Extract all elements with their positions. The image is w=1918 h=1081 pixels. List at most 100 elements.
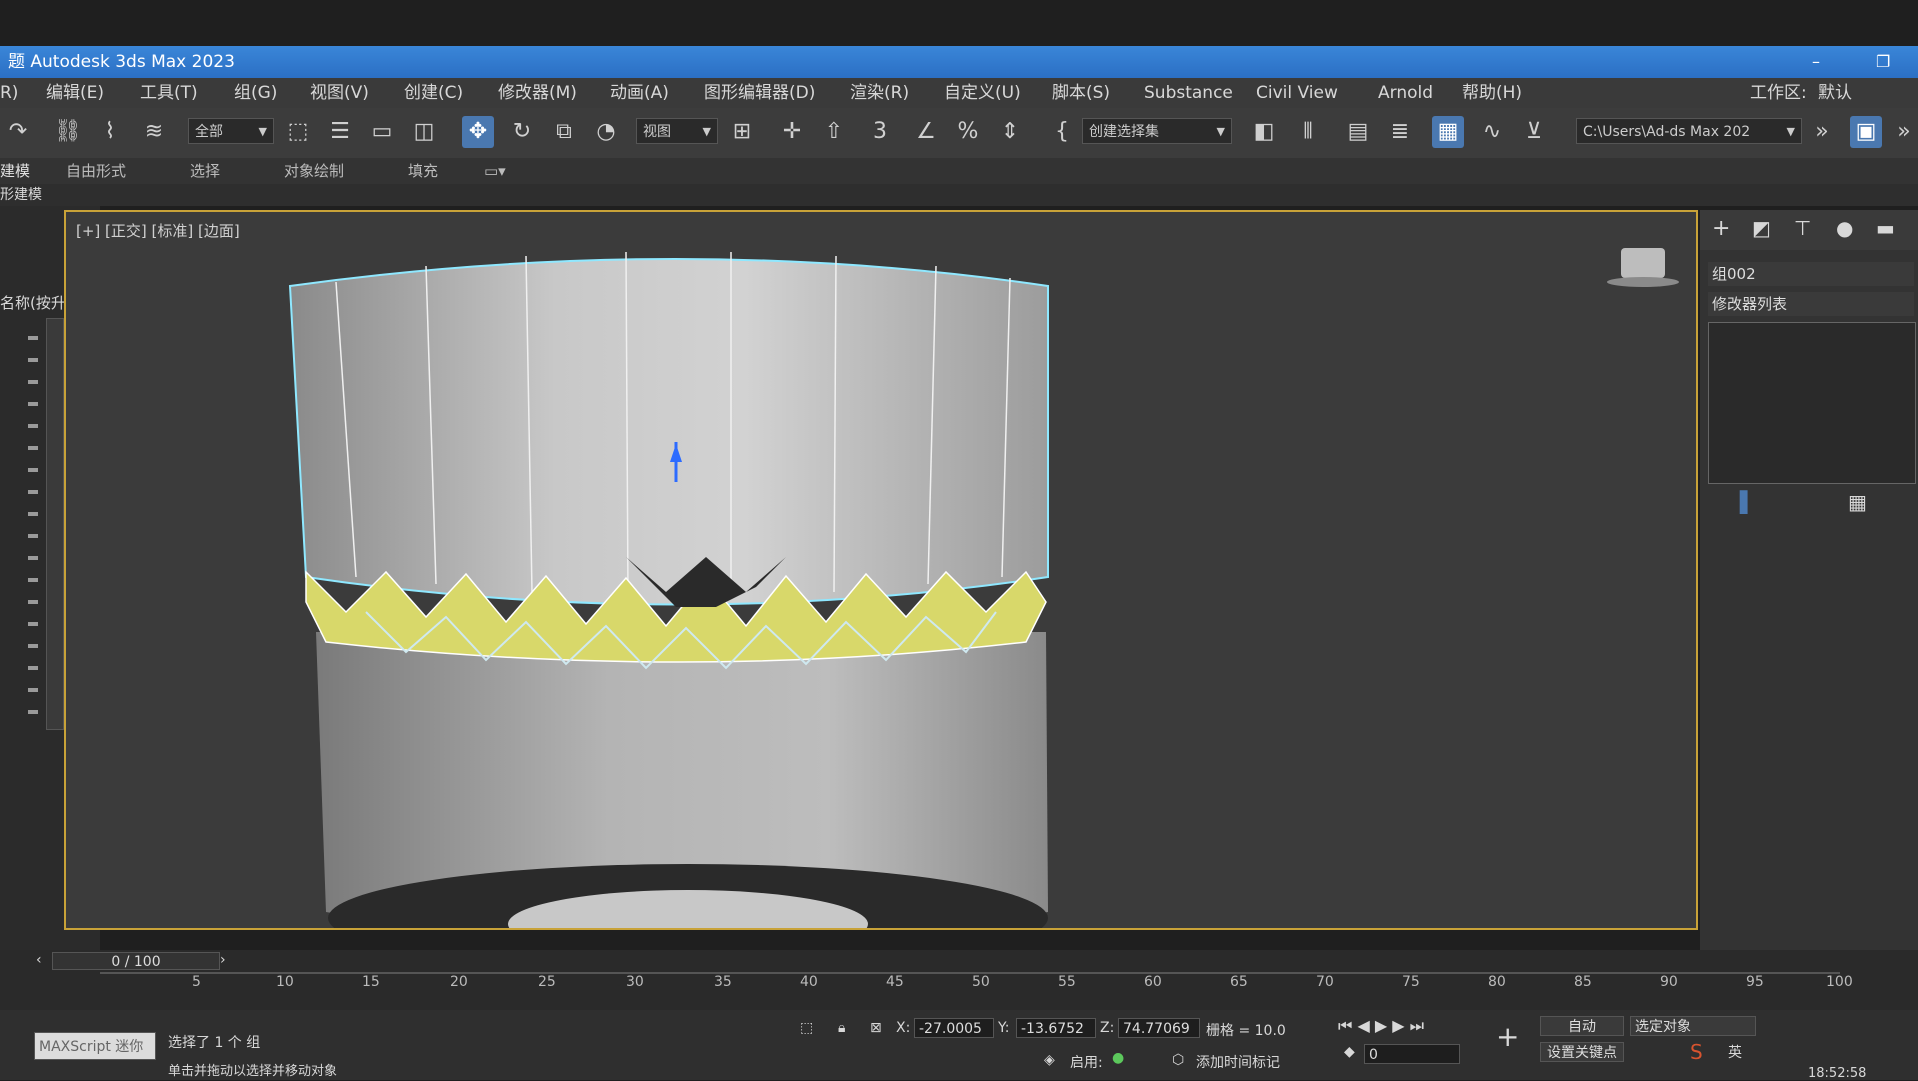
tab-modeling[interactable]: 建模: [0, 158, 30, 184]
scene-explorer-scrollbar[interactable]: [46, 318, 64, 730]
restore-button[interactable]: ❐: [1876, 46, 1890, 78]
viewport[interactable]: [+] [正交] [标准] [边面]: [64, 210, 1698, 930]
select-scale-icon[interactable]: ⧉: [548, 116, 580, 148]
rect-region-icon[interactable]: ▭: [366, 116, 398, 148]
menu-animation[interactable]: 动画(A): [610, 78, 669, 108]
menu-rendering[interactable]: 渲染(R): [850, 78, 909, 108]
curve-editor-icon[interactable]: ∿: [1476, 116, 1508, 148]
add-key-icon[interactable]: +: [1496, 1020, 1519, 1053]
menu-tools[interactable]: 工具(T): [140, 78, 198, 108]
viewport-canvas[interactable]: [66, 212, 1696, 928]
spinner-snap-icon[interactable]: ⇕: [994, 116, 1026, 148]
render-setup-icon[interactable]: ▣: [1850, 116, 1882, 148]
scene-explorer-icon[interactable]: ▤: [1342, 116, 1374, 148]
scene-explorer-header[interactable]: 名称(按升): [0, 292, 72, 313]
selection-filter-dropdown[interactable]: 全部 ▼: [188, 118, 274, 144]
modifier-stack[interactable]: [1708, 322, 1916, 484]
menu-create[interactable]: 创建(C): [404, 78, 463, 108]
link-icon[interactable]: ⛓: [52, 116, 84, 148]
schematic-view-icon[interactable]: ⊻: [1518, 116, 1550, 148]
snap-toggle-icon[interactable]: 3: [864, 116, 896, 148]
mirror-icon[interactable]: ◧: [1248, 116, 1280, 148]
ref-coord-dropdown[interactable]: 视图 ▼: [636, 118, 718, 144]
minimize-button[interactable]: –: [1812, 46, 1820, 78]
percent-snap-icon[interactable]: %: [952, 116, 984, 148]
menu-help[interactable]: 帮助(H): [1462, 78, 1522, 108]
playback-controls[interactable]: ⏮ ◀ ▶ ▶ ⏭: [1338, 1016, 1424, 1036]
modifier-list-dropdown[interactable]: 修改器列表: [1708, 292, 1914, 316]
time-slider-prev-icon[interactable]: ‹: [36, 952, 42, 968]
tab-freeform[interactable]: 自由形式: [66, 158, 126, 184]
menu-civil-view[interactable]: Civil View: [1256, 78, 1338, 108]
select-rotate-icon[interactable]: ↻: [506, 116, 538, 148]
edit-named-selection-icon[interactable]: {: [1046, 116, 1078, 148]
hierarchy-tab-icon[interactable]: ⊤: [1794, 216, 1811, 240]
select-place-icon[interactable]: ◔: [590, 116, 622, 148]
workspace-value[interactable]: 默认: [1818, 78, 1852, 108]
keyboard-shortcut-icon[interactable]: ⇧: [818, 116, 850, 148]
menu-scripting[interactable]: 脚本(S): [1052, 78, 1110, 108]
pivot-center-icon[interactable]: ⊞: [726, 116, 758, 148]
absolute-mode-icon[interactable]: ⊠: [870, 1020, 882, 1036]
z-coordinate-field[interactable]: 74.77069: [1118, 1018, 1200, 1038]
configure-modifier-sets-icon[interactable]: ▦: [1848, 490, 1867, 514]
set-key-button[interactable]: 设置关键点: [1540, 1042, 1624, 1062]
select-move-icon[interactable]: ✥: [462, 116, 494, 148]
tab-populate[interactable]: 填充: [408, 158, 438, 184]
overflow-icon[interactable]: »: [1806, 116, 1838, 148]
tab-object-paint[interactable]: 对象绘制: [284, 158, 344, 184]
key-filter-dropdown[interactable]: 选定对象: [1630, 1016, 1756, 1036]
ime-language-button[interactable]: 英: [1728, 1042, 1742, 1062]
menu-customize[interactable]: 自定义(U): [944, 78, 1021, 108]
angle-snap-icon[interactable]: ∠: [910, 116, 942, 148]
upper-cylinder-mesh[interactable]: [288, 251, 1049, 606]
align-icon[interactable]: ⫴: [1292, 116, 1324, 148]
layer-explorer-icon[interactable]: ≣: [1384, 116, 1416, 148]
selection-lock-icon[interactable]: 🔒︎: [838, 1020, 845, 1036]
menu-render-cut[interactable]: R): [0, 78, 18, 108]
menu-view[interactable]: 视图(V): [310, 78, 369, 108]
maxscript-listener[interactable]: MAXScript 迷你: [34, 1032, 156, 1060]
display-tab-icon[interactable]: ▬: [1876, 216, 1895, 240]
named-selection-dropdown[interactable]: 创建选择集 ▼: [1082, 118, 1232, 144]
menu-arnold[interactable]: Arnold: [1378, 78, 1433, 108]
lower-cylinder-mesh[interactable]: [316, 632, 1048, 928]
isolate-selection-icon[interactable]: ⬚: [800, 1020, 813, 1036]
enable-status-icon[interactable]: ●: [1112, 1050, 1124, 1066]
select-manipulate-icon[interactable]: ✛: [776, 116, 808, 148]
adaptive-degradation-icon[interactable]: ◈: [1044, 1052, 1055, 1068]
project-path-dropdown[interactable]: C:\Users\Ad‐ds Max 202 ▼: [1576, 118, 1802, 144]
menu-graph-editors[interactable]: 图形编辑器(D): [704, 78, 815, 108]
object-name-field[interactable]: 组002: [1708, 262, 1914, 286]
motion-tab-icon[interactable]: ●: [1836, 216, 1853, 240]
modify-tab-icon[interactable]: ◩: [1752, 216, 1771, 240]
pin-stack-icon[interactable]: ▌: [1740, 490, 1755, 514]
menu-modifiers[interactable]: 修改器(M): [498, 78, 577, 108]
overflow-right-icon[interactable]: »: [1888, 116, 1918, 148]
select-by-name-icon[interactable]: ☰: [324, 116, 356, 148]
timeline[interactable]: ‹ 0 / 100 › 5 10 15 20 25 30 35 40 45 50…: [0, 950, 1918, 1010]
create-tab-icon[interactable]: +: [1712, 216, 1730, 241]
time-slider[interactable]: 0 / 100: [52, 952, 220, 970]
time-tag-icon[interactable]: ⬡: [1172, 1052, 1184, 1068]
viewcube-icon[interactable]: [1607, 248, 1679, 287]
visibility-eye-column[interactable]: [28, 322, 38, 722]
menu-substance[interactable]: Substance: [1144, 78, 1233, 108]
frame-stepper-icon[interactable]: ◆: [1344, 1044, 1355, 1060]
window-crossing-icon[interactable]: ◫: [408, 116, 440, 148]
current-frame-field[interactable]: 0: [1364, 1044, 1460, 1064]
menu-edit[interactable]: 编辑(E): [46, 78, 104, 108]
y-coordinate-field[interactable]: -13.6752: [1016, 1018, 1096, 1038]
add-time-tag[interactable]: 添加时间标记: [1196, 1052, 1280, 1072]
tab-selection[interactable]: 选择: [190, 158, 220, 184]
x-coordinate-field[interactable]: -27.0005: [914, 1018, 994, 1038]
redo-icon[interactable]: ↷: [2, 116, 34, 148]
time-slider-next-icon[interactable]: ›: [220, 952, 226, 968]
ribbon-toggle-icon[interactable]: ▦: [1432, 116, 1464, 148]
unlink-icon[interactable]: ⌇: [94, 116, 126, 148]
ribbon-options-icon[interactable]: ▭▾: [484, 158, 506, 184]
menu-group[interactable]: 组(G): [234, 78, 277, 108]
bind-space-warp-icon[interactable]: ≋: [138, 116, 170, 148]
auto-key-button[interactable]: 自动: [1540, 1016, 1624, 1036]
select-object-icon[interactable]: ⬚: [282, 116, 314, 148]
